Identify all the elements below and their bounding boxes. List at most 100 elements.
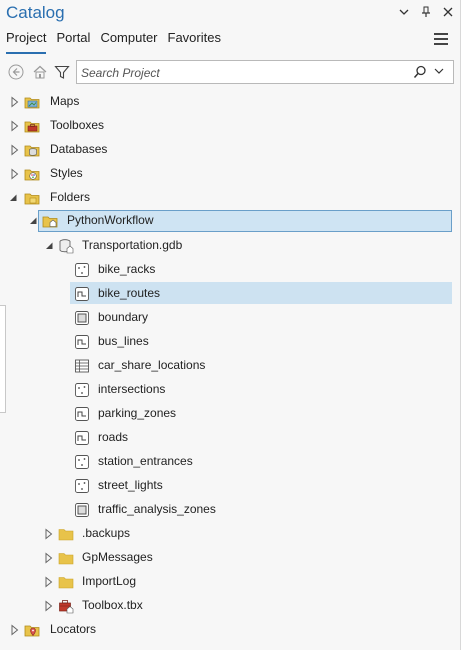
tree-item-feature-class[interactable]: bike_routes <box>0 282 461 306</box>
tree-item-label: bus_lines <box>98 334 149 348</box>
pane-controls <box>397 5 455 19</box>
collapse-arrow-icon[interactable] <box>8 192 18 204</box>
maps-folder-icon <box>24 97 40 109</box>
tree-item-feature-class[interactable]: station_entrances <box>0 450 461 474</box>
expand-arrow-icon[interactable] <box>44 528 54 540</box>
tree-item-databases[interactable]: Databases <box>0 138 461 162</box>
table-icon <box>75 359 89 373</box>
catalog-pane: Catalog Project Portal Computer Favorite… <box>0 0 461 650</box>
tree-item-label: bike_racks <box>98 262 156 276</box>
tree-item-pythonworkflow[interactable]: PythonWorkflow <box>0 209 461 233</box>
tree-item-label: Databases <box>50 142 108 156</box>
tree-item-feature-class[interactable]: parking_zones <box>0 402 461 426</box>
tree-item-transportation-gdb[interactable]: Transportation.gdb <box>0 234 461 258</box>
locators-folder-icon <box>24 625 40 637</box>
tree-item-feature-class[interactable]: intersections <box>0 378 461 402</box>
point-feature-class-icon <box>75 455 89 469</box>
point-feature-class-icon <box>75 383 89 397</box>
tree-item-label: Transportation.gdb <box>82 238 183 252</box>
home-folder-icon <box>42 216 58 228</box>
filter-icon[interactable] <box>52 62 72 82</box>
databases-folder-icon <box>24 145 40 157</box>
tree-item-label: Toolboxes <box>50 118 105 132</box>
line-feature-class-icon <box>75 335 89 349</box>
close-icon[interactable] <box>441 5 455 19</box>
tree-item-feature-class[interactable]: bike_racks <box>0 258 461 282</box>
tree-item-label: Folders <box>50 190 91 204</box>
collapse-arrow-icon[interactable] <box>44 240 54 252</box>
search-icon[interactable] <box>413 65 427 79</box>
pane-title: Catalog <box>6 3 65 22</box>
expand-arrow-icon[interactable] <box>10 96 20 108</box>
tree-item-label: boundary <box>98 310 149 324</box>
tab-portal[interactable]: Portal <box>56 30 90 52</box>
line-feature-class-icon <box>75 287 89 301</box>
tree-item-feature-class[interactable]: traffic_analysis_zones <box>0 498 461 522</box>
tree-item-backups[interactable]: .backups <box>0 522 461 546</box>
tree-item-feature-class[interactable]: bus_lines <box>0 330 461 354</box>
back-icon[interactable] <box>6 62 26 82</box>
expand-arrow-icon[interactable] <box>10 624 20 636</box>
tree-item-feature-class[interactable]: roads <box>0 426 461 450</box>
tree-item-label: traffic_analysis_zones <box>98 502 216 516</box>
tree-item-label: parking_zones <box>98 406 177 420</box>
tab-favorites[interactable]: Favorites <box>168 30 221 52</box>
collapse-arrow-icon[interactable] <box>28 215 38 227</box>
search-input[interactable] <box>81 64 401 81</box>
tree-item-label: ImportLog <box>82 574 137 588</box>
pin-icon[interactable] <box>419 5 433 19</box>
tree-item-folders[interactable]: Folders <box>0 186 461 210</box>
tree-item-toolbox-tbx[interactable]: Toolbox.tbx <box>0 594 461 618</box>
point-feature-class-icon <box>75 479 89 493</box>
tree-item-feature-class[interactable]: boundary <box>0 306 461 330</box>
search-options-chevron-icon[interactable] <box>433 65 447 79</box>
tree-item-label: intersections <box>98 382 166 396</box>
expand-arrow-icon[interactable] <box>44 600 54 612</box>
tab-computer[interactable]: Computer <box>100 30 157 52</box>
toolbox-icon <box>59 600 74 614</box>
tree-item-label: Maps <box>50 94 80 108</box>
folders-folder-icon <box>24 193 40 205</box>
expand-arrow-icon[interactable] <box>10 168 20 180</box>
catalog-tabs: Project Portal Computer Favorites <box>6 30 221 54</box>
tree-item-styles[interactable]: Styles <box>0 162 461 186</box>
tree-item-label: street_lights <box>98 478 163 492</box>
folder-icon <box>58 577 74 589</box>
folder-icon <box>58 529 74 541</box>
line-feature-class-icon <box>75 431 89 445</box>
tree-item-label: bike_routes <box>98 286 161 300</box>
tree-item-table[interactable]: car_share_locations <box>0 354 461 378</box>
tree-item-importlog[interactable]: ImportLog <box>0 570 461 594</box>
menu-icon[interactable] <box>434 33 448 46</box>
line-feature-class-icon <box>75 407 89 421</box>
polygon-feature-class-icon <box>75 311 89 325</box>
expand-arrow-icon[interactable] <box>10 120 20 132</box>
tab-project[interactable]: Project <box>6 30 47 54</box>
tree-item-label: PythonWorkflow <box>67 213 154 227</box>
expand-arrow-icon[interactable] <box>44 552 54 564</box>
expand-arrow-icon[interactable] <box>10 144 20 156</box>
polygon-feature-class-icon <box>75 503 89 517</box>
geodatabase-icon <box>59 239 74 254</box>
search-box <box>76 60 454 84</box>
tree-item-label: Styles <box>50 166 83 180</box>
styles-folder-icon <box>24 169 40 181</box>
title-bar: Catalog <box>0 0 461 28</box>
expand-arrow-icon[interactable] <box>44 576 54 588</box>
tree-item-feature-class[interactable]: street_lights <box>0 474 461 498</box>
tree-item-gpmessages[interactable]: GpMessages <box>0 546 461 570</box>
catalog-toolbar <box>4 60 454 84</box>
toolboxes-folder-icon <box>24 121 40 133</box>
tree-item-label: car_share_locations <box>98 358 206 372</box>
tree-item-locators[interactable]: Locators <box>0 618 461 642</box>
home-icon[interactable] <box>30 62 50 82</box>
tree-item-maps[interactable]: Maps <box>0 90 461 114</box>
tree-item-label: station_entrances <box>98 454 193 468</box>
chevron-down-icon[interactable] <box>397 5 411 19</box>
tree-item-toolboxes[interactable]: Toolboxes <box>0 114 461 138</box>
tree-item-label: Toolbox.tbx <box>82 598 143 612</box>
tree-item-label: .backups <box>82 526 131 540</box>
folder-icon <box>58 553 74 565</box>
tree-item-label: GpMessages <box>82 550 153 564</box>
tree-item-label: roads <box>98 430 129 444</box>
